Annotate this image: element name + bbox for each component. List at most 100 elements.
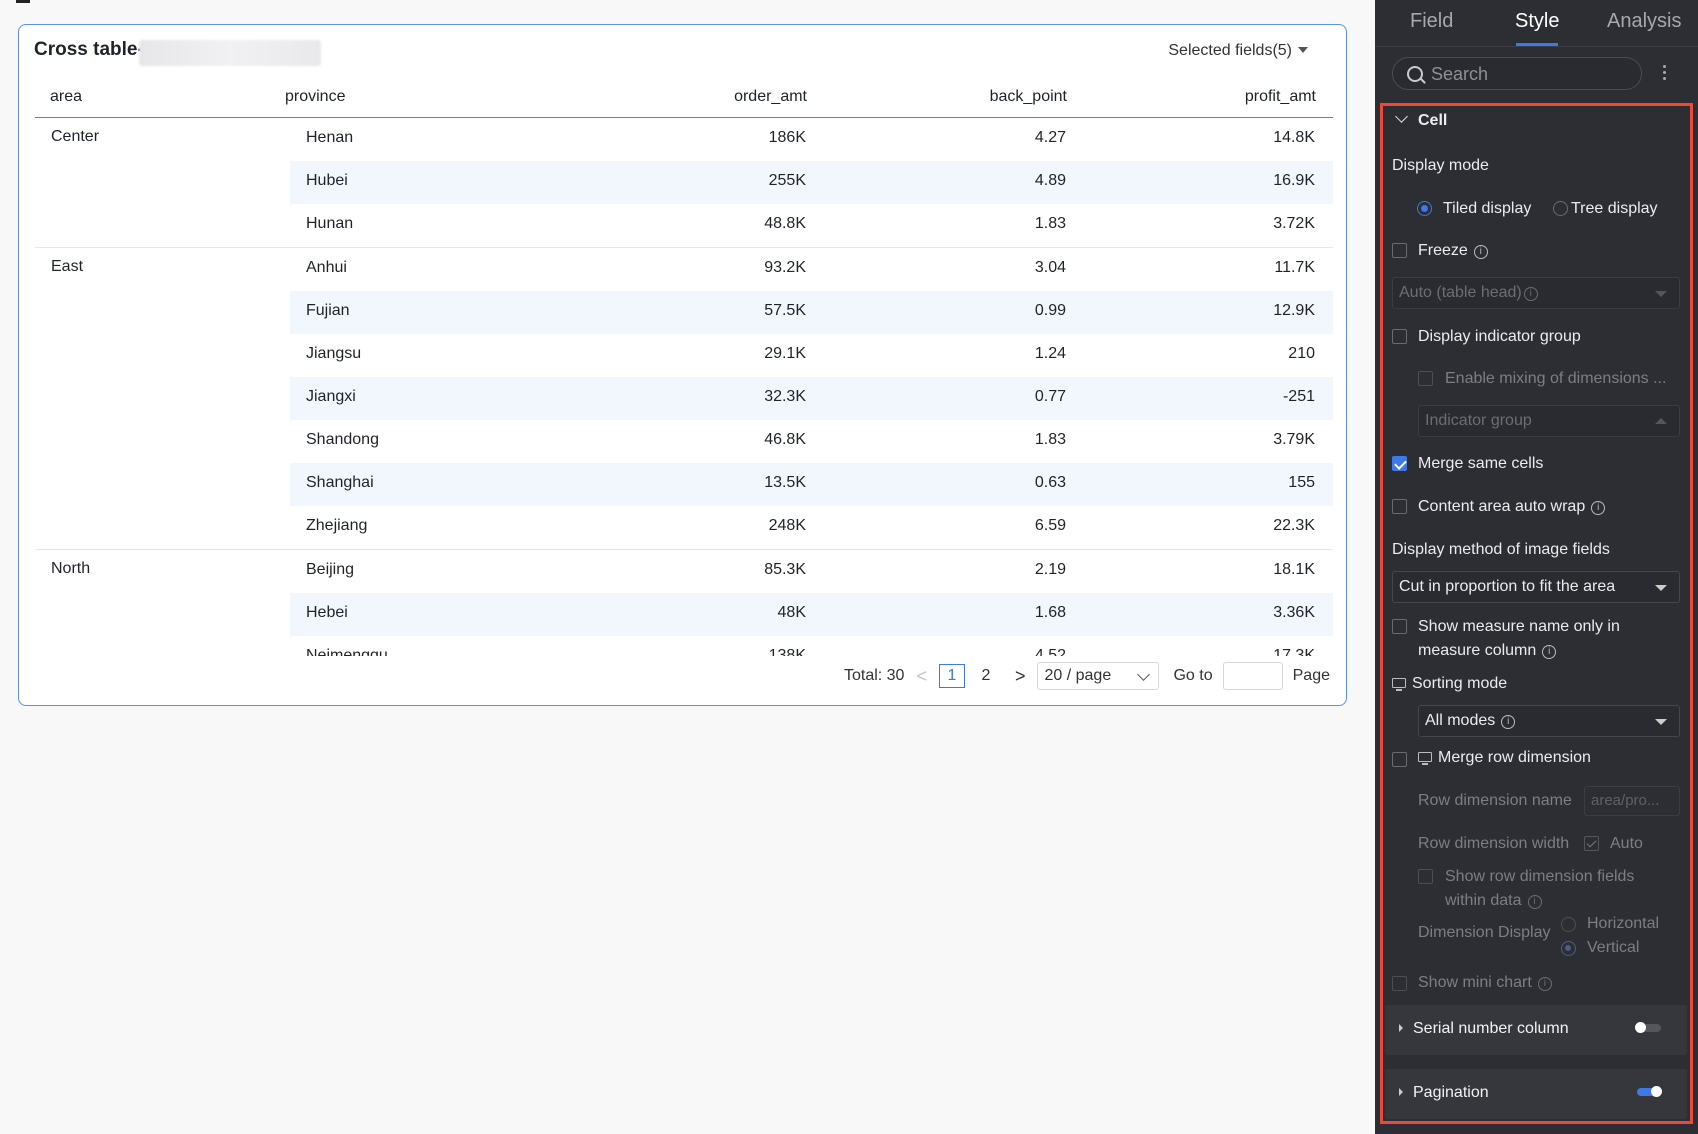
profit-amt-cell: 16.9K [1273, 172, 1315, 189]
province-cell: Neimenggu [306, 647, 388, 656]
table-row[interactable]: Jiangxi 32.3K 0.77 -251 [290, 377, 1333, 420]
show-measure-name-label-line1: Show measure name only in [1418, 618, 1620, 635]
order-amt-cell: 29.1K [764, 345, 806, 362]
total-count: Total: 30 [843, 667, 905, 684]
header-province[interactable]: province [285, 88, 345, 106]
table-row[interactable]: Anhui 93.2K 3.04 11.7K [290, 248, 1333, 291]
profit-amt-cell: 14.8K [1273, 129, 1315, 146]
tab-analysis[interactable]: Analysis [1607, 10, 1681, 33]
merge-row-dimension-checkbox[interactable] [1392, 752, 1407, 767]
back-point-cell: 1.68 [1034, 604, 1066, 621]
back-point-cell: 0.77 [1034, 388, 1066, 405]
freeze-mode-select: Auto (table head) i [1392, 277, 1680, 309]
merge-same-cells-label: Merge same cells [1418, 455, 1544, 472]
order-amt-cell: 255K [768, 172, 806, 189]
back-point-cell: 3.04 [1034, 259, 1066, 276]
province-cell: Hubei [306, 172, 348, 189]
tiled-display-label[interactable]: Tiled display [1443, 200, 1531, 218]
pagination-label: Pagination [1413, 1084, 1489, 1101]
table-row[interactable]: Shanghai 13.5K 0.63 155 [290, 463, 1333, 506]
row-dimension-width-auto-checkbox [1584, 836, 1599, 851]
sorting-mode-select[interactable]: All modes i [1418, 705, 1680, 737]
profit-amt-cell: 12.9K [1273, 302, 1315, 319]
freeze-checkbox[interactable] [1392, 243, 1407, 258]
table-row[interactable]: Jiangsu 29.1K 1.24 210 [290, 334, 1333, 377]
merge-same-cells-checkbox[interactable] [1392, 456, 1407, 471]
province-cell: Beijing [306, 561, 355, 578]
area-cell[interactable]: Center [51, 128, 99, 146]
selected-fields-dropdown[interactable]: Selected fields(5) [1168, 42, 1308, 60]
province-cell: Shandong [306, 431, 379, 448]
vertical-label: Vertical [1587, 939, 1640, 956]
back-point-cell: 0.63 [1034, 474, 1066, 491]
profit-amt-cell: 210 [1288, 345, 1315, 362]
tree-display-radio[interactable] [1553, 201, 1568, 216]
goto-page-input[interactable] [1222, 662, 1283, 690]
table-row[interactable]: Hubei 255K 4.89 16.9K [290, 161, 1333, 204]
tab-style[interactable]: Style [1515, 10, 1559, 33]
info-icon[interactable]: i [1542, 645, 1557, 659]
next-page-button[interactable]: > [1015, 666, 1026, 687]
page-2-button[interactable]: 2 [973, 664, 999, 688]
table-header: area province order_amt back_point profi… [35, 77, 1333, 118]
profit-amt-cell: -251 [1282, 388, 1315, 405]
serial-number-column-section[interactable]: Serial number column [1385, 1005, 1687, 1055]
profit-amt-cell: 17.3K [1273, 647, 1315, 656]
tiled-display-radio[interactable] [1417, 201, 1432, 216]
tree-display-label[interactable]: Tree display [1571, 200, 1658, 218]
table-body: Center Henan 186K 4.27 14.8K Hubei 255K 4.89 16.… [35, 118, 1333, 656]
caret-right-icon [1399, 1088, 1403, 1096]
pagination-section[interactable]: Pagination [1385, 1069, 1687, 1119]
prev-page-button[interactable]: < [916, 666, 927, 687]
info-icon: i [1523, 287, 1538, 301]
row-dimension-name-label: Row dimension name [1418, 792, 1572, 809]
content-auto-wrap-checkbox[interactable] [1392, 499, 1407, 514]
info-icon[interactable]: i [1473, 245, 1488, 259]
search-icon [1407, 66, 1423, 82]
info-icon[interactable]: i [1591, 501, 1606, 515]
table-row[interactable]: Hunan 48.8K 1.83 3.72K [290, 204, 1333, 247]
serial-number-toggle[interactable] [1635, 1022, 1661, 1033]
panel-tabs: Field Style Analysis [1375, 0, 1698, 47]
table-row[interactable]: Beijing 85.3K 2.19 18.1K [290, 550, 1333, 593]
header-back-point[interactable]: back_point [990, 88, 1067, 106]
display-indicator-group-checkbox[interactable] [1392, 329, 1407, 344]
show-measure-name-checkbox[interactable] [1392, 619, 1407, 634]
profit-amt-cell: 3.79K [1273, 431, 1315, 448]
header-profit-amt[interactable]: profit_amt [1245, 88, 1316, 106]
triangle-down-icon [1655, 585, 1667, 591]
table-row[interactable]: Hebei 48K 1.68 3.36K [290, 593, 1333, 636]
search-input[interactable] [1431, 62, 1631, 86]
show-row-dim-fields-line1: Show row dimension fields [1445, 868, 1635, 885]
area-cell[interactable]: North [51, 560, 90, 578]
page-size-select[interactable]: 20 / page [1037, 662, 1160, 690]
header-area[interactable]: area [50, 88, 82, 106]
tab-field[interactable]: Field [1410, 10, 1453, 33]
cell-section-title[interactable]: Cell [1418, 112, 1447, 130]
caret-down-icon [1298, 47, 1308, 53]
show-row-dim-fields-text: within data [1445, 892, 1522, 909]
search-box [1392, 57, 1642, 90]
image-display-select[interactable]: Cut in proportion to fit the area [1392, 571, 1680, 603]
table-row[interactable]: Henan 186K 4.27 14.8K [290, 118, 1333, 161]
table-row[interactable]: Zhejiang 248K 6.59 22.3K [290, 506, 1333, 549]
area-cell[interactable]: East [51, 258, 83, 276]
back-point-cell: 6.59 [1034, 517, 1066, 534]
indicator-group-value: Indicator group [1425, 412, 1532, 429]
display-indicator-group-label: Display indicator group [1418, 328, 1581, 345]
table-row[interactable]: Neimenggu 138K 4.52 17.3K [290, 636, 1333, 656]
info-icon: i [1501, 715, 1516, 729]
row-dimension-name-input: area/pro... [1584, 786, 1680, 816]
pagination-toggle[interactable] [1637, 1086, 1662, 1097]
province-cell: Jiangsu [306, 345, 362, 362]
horizontal-radio [1561, 917, 1576, 932]
page-suffix-label: Page [1292, 667, 1330, 684]
table-row[interactable]: Fujian 57.5K 0.99 12.9K [290, 291, 1333, 334]
province-cell: Hebei [306, 604, 348, 621]
cross-table-card: Cross table- Selected fields(5) area pro… [18, 24, 1347, 706]
page-1-button[interactable]: 1 [938, 664, 965, 688]
more-options-icon[interactable] [1661, 62, 1667, 83]
show-mini-chart-checkbox [1392, 976, 1407, 991]
header-order-amt[interactable]: order_amt [734, 88, 807, 106]
table-row[interactable]: Shandong 46.8K 1.83 3.79K [290, 420, 1333, 463]
